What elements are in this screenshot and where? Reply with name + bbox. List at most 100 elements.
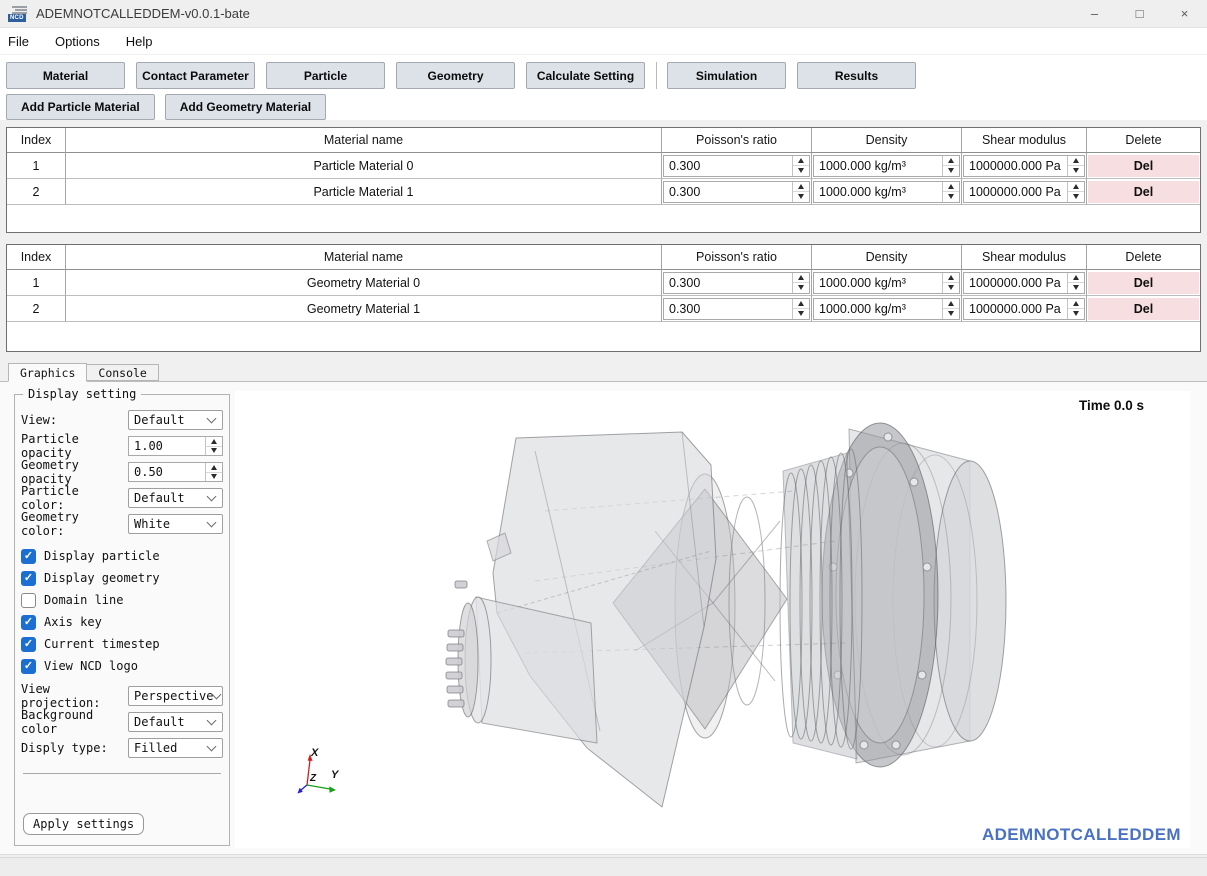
checkbox-icon[interactable]: ✓ <box>21 637 36 652</box>
spin-down-icon[interactable] <box>1068 192 1084 202</box>
nav-button-material[interactable]: Material <box>6 62 125 89</box>
index-cell: 1 <box>7 153 66 179</box>
checkbox-axis-key[interactable]: ✓ Axis key <box>21 611 223 633</box>
spin-down-icon[interactable] <box>943 192 959 202</box>
close-icon: × <box>1181 6 1189 21</box>
checkbox-display-particle[interactable]: ✓ Display particle <box>21 545 223 567</box>
delete-button[interactable]: Del <box>1088 181 1199 203</box>
shear-spinbox[interactable]: 1000000.000 Pa <box>963 181 1085 203</box>
spin-down-icon[interactable] <box>1068 166 1084 176</box>
spin-up-icon[interactable] <box>1068 182 1084 193</box>
apply-settings-button[interactable]: Apply settings <box>23 813 144 835</box>
spin-down-icon[interactable] <box>943 283 959 293</box>
nav-button-contact-parameter[interactable]: Contact Parameter <box>136 62 255 89</box>
nav-button-geometry[interactable]: Geometry <box>396 62 515 89</box>
chevron-down-icon <box>212 690 222 700</box>
spin-up-icon[interactable] <box>943 156 959 167</box>
titlebar: NCD ADEMNOTCALLEDDEM-v0.0.1-bate – □ × <box>0 0 1207 28</box>
view-tabstrip: Graphics Console <box>8 362 1207 381</box>
material-name-cell[interactable]: Particle Material 1 <box>66 179 662 205</box>
checkbox-domain-line[interactable]: ✓ Domain line <box>21 589 223 611</box>
delete-button[interactable]: Del <box>1088 272 1199 294</box>
spin-up-icon[interactable] <box>793 273 809 284</box>
geometry-opacity-spinbox[interactable]: 0.50 <box>128 462 223 482</box>
spin-down-icon[interactable] <box>793 309 809 319</box>
particle-color-combobox[interactable]: Default <box>128 488 223 508</box>
material-name-cell[interactable]: Geometry Material 1 <box>66 296 662 322</box>
menu-options[interactable]: Options <box>42 28 113 54</box>
density-spinbox[interactable]: 1000.000 kg/m³ <box>813 181 960 203</box>
spin-down-icon[interactable] <box>943 166 959 176</box>
spin-up-icon[interactable] <box>943 299 959 310</box>
nav-button-calculate-setting[interactable]: Calculate Setting <box>526 62 645 89</box>
density-spinbox[interactable]: 1000.000 kg/m³ <box>813 155 960 177</box>
checkbox-icon[interactable]: ✓ <box>21 549 36 564</box>
checkbox-icon[interactable]: ✓ <box>21 615 36 630</box>
delete-button[interactable]: Del <box>1088 155 1199 177</box>
checkbox-icon[interactable]: ✓ <box>21 571 36 586</box>
spin-up-icon[interactable] <box>1068 156 1084 167</box>
3d-viewport[interactable]: Time 0.0 s X Z Y ADEMNOTCALLEDDEM <box>235 391 1190 848</box>
spin-up-icon[interactable] <box>793 156 809 167</box>
spin-up-icon[interactable] <box>1068 273 1084 284</box>
nav-button-particle[interactable]: Particle <box>266 62 385 89</box>
tab-console[interactable]: Console <box>87 364 158 381</box>
axis-z-label: Z <box>309 773 317 784</box>
spin-up-icon[interactable] <box>943 182 959 193</box>
particle-opacity-spinbox[interactable]: 1.00 <box>128 436 223 456</box>
minimize-icon: – <box>1091 6 1098 21</box>
checkbox-display-geometry[interactable]: ✓ Display geometry <box>21 567 223 589</box>
spin-down-icon[interactable] <box>1068 283 1084 293</box>
density-spinbox[interactable]: 1000.000 kg/m³ <box>813 298 960 320</box>
density-spinbox[interactable]: 1000.000 kg/m³ <box>813 272 960 294</box>
checkbox-icon[interactable]: ✓ <box>21 593 36 608</box>
material-name-cell[interactable]: Particle Material 0 <box>66 153 662 179</box>
spin-down-icon[interactable] <box>793 192 809 202</box>
table-row: 1 Geometry Material 0 0.300 1000.000 kg/… <box>7 270 1200 296</box>
spin-up-icon[interactable] <box>206 437 222 447</box>
shear-spinbox[interactable]: 1000000.000 Pa <box>963 272 1085 294</box>
minimize-button[interactable]: – <box>1072 0 1117 27</box>
menu-help[interactable]: Help <box>113 28 166 54</box>
spin-up-icon[interactable] <box>206 463 222 473</box>
spin-up-icon[interactable] <box>793 299 809 310</box>
nav-button-simulation[interactable]: Simulation <box>667 62 786 89</box>
geometry-color-combobox[interactable]: White <box>128 514 223 534</box>
material-name-cell[interactable]: Geometry Material 0 <box>66 270 662 296</box>
checkbox-view-ncd-logo[interactable]: ✓ View NCD logo <box>21 655 223 677</box>
poisson-spinbox[interactable]: 0.300 <box>663 272 810 294</box>
add-geometry-material-button[interactable]: Add Geometry Material <box>165 94 326 120</box>
app-window: NCD ADEMNOTCALLEDDEM-v0.0.1-bate – □ × F… <box>0 0 1207 875</box>
maximize-button[interactable]: □ <box>1117 0 1162 27</box>
menu-file[interactable]: File <box>0 28 42 54</box>
spin-up-icon[interactable] <box>943 273 959 284</box>
shear-spinbox[interactable]: 1000000.000 Pa <box>963 298 1085 320</box>
close-button[interactable]: × <box>1162 0 1207 27</box>
group-title: Display setting <box>23 387 141 401</box>
shear-spinbox[interactable]: 1000000.000 Pa <box>963 155 1085 177</box>
delete-button[interactable]: Del <box>1088 298 1199 320</box>
spin-down-icon[interactable] <box>1068 309 1084 319</box>
spin-down-icon[interactable] <box>206 473 222 482</box>
toolbar-separator <box>656 62 657 89</box>
nav-button-results[interactable]: Results <box>797 62 916 89</box>
table-header-row: Index Material name Poisson's ratio Dens… <box>7 245 1200 270</box>
poisson-spinbox[interactable]: 0.300 <box>663 298 810 320</box>
add-particle-material-button[interactable]: Add Particle Material <box>6 94 155 120</box>
spin-down-icon[interactable] <box>793 283 809 293</box>
spin-down-icon[interactable] <box>206 447 222 456</box>
graphics-pane: Display setting View: Default Particle o… <box>0 381 1207 855</box>
background-color-combobox[interactable]: Default <box>128 712 223 732</box>
poisson-spinbox[interactable]: 0.300 <box>663 181 810 203</box>
spin-up-icon[interactable] <box>1068 299 1084 310</box>
spin-down-icon[interactable] <box>943 309 959 319</box>
spin-down-icon[interactable] <box>793 166 809 176</box>
poisson-spinbox[interactable]: 0.300 <box>663 155 810 177</box>
display-type-combobox[interactable]: Filled <box>128 738 223 758</box>
checkbox-icon[interactable]: ✓ <box>21 659 36 674</box>
view-combobox[interactable]: Default <box>128 410 223 430</box>
checkbox-current-timestep[interactable]: ✓ Current timestep <box>21 633 223 655</box>
view-projection-combobox[interactable]: Perspective <box>128 686 223 706</box>
spin-up-icon[interactable] <box>793 182 809 193</box>
tab-graphics[interactable]: Graphics <box>8 363 87 382</box>
